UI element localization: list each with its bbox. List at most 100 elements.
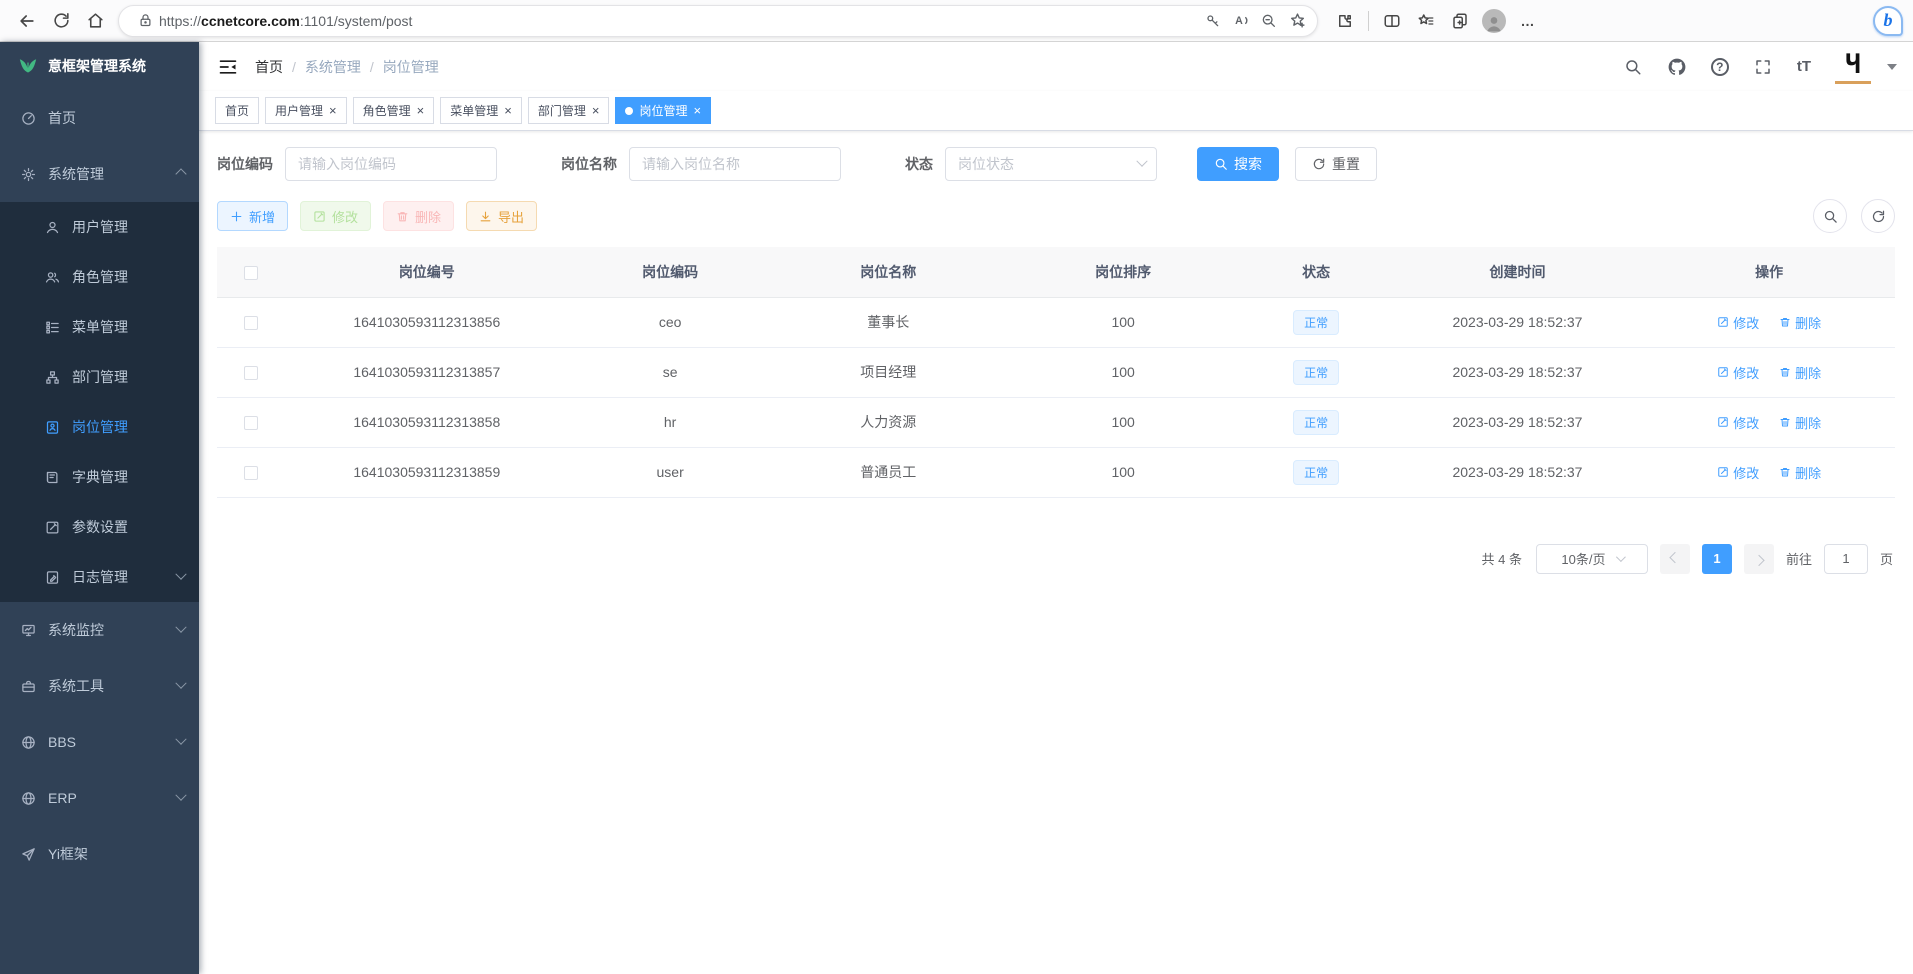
col-actions: 操作 — [1643, 247, 1895, 297]
select-all-checkbox[interactable] — [244, 266, 258, 280]
more-menu-icon[interactable]: … — [1511, 4, 1545, 38]
sidebar-item-logs[interactable]: 日志管理 — [0, 552, 199, 602]
tab-menus[interactable]: 菜单管理× — [440, 97, 522, 124]
sidebar-item-posts[interactable]: 岗位管理 — [0, 402, 199, 452]
close-icon[interactable]: × — [329, 104, 337, 117]
close-icon[interactable]: × — [504, 104, 512, 117]
copilot-icon[interactable]: b — [1873, 6, 1903, 36]
page-content: 岗位编码 岗位名称 状态 岗位状态 搜索 重置 — [199, 131, 1913, 974]
edit-square-icon — [44, 520, 60, 535]
paper-plane-icon — [20, 847, 36, 862]
row-edit-link[interactable]: 修改 — [1717, 313, 1759, 332]
github-icon[interactable] — [1667, 57, 1687, 77]
toolbox-icon — [20, 679, 36, 694]
goto-page-input[interactable] — [1824, 544, 1868, 574]
add-button[interactable]: 新增 — [217, 201, 288, 231]
breadcrumb-home[interactable]: 首页 — [255, 57, 283, 77]
sidebar-item-roles[interactable]: 角色管理 — [0, 252, 199, 302]
row-checkbox[interactable] — [244, 466, 258, 480]
collections-icon[interactable] — [1443, 4, 1477, 38]
search-button[interactable]: 搜索 — [1197, 147, 1279, 181]
sidebar-item-bbs[interactable]: BBS — [0, 714, 199, 770]
tab-home[interactable]: 首页 — [215, 97, 259, 124]
export-button[interactable]: 导出 — [466, 201, 537, 231]
row-edit-link[interactable]: 修改 — [1717, 413, 1759, 432]
delete-button[interactable]: 删除 — [383, 201, 454, 231]
sidebar-item-menus[interactable]: 菜单管理 — [0, 302, 199, 352]
read-aloud-icon[interactable]: A — [1227, 7, 1255, 35]
prev-page-button[interactable] — [1660, 544, 1690, 574]
favorites-bar-icon[interactable] — [1409, 4, 1443, 38]
split-screen-icon[interactable] — [1375, 4, 1409, 38]
main-area: 首页 / 系统管理 / 岗位管理 ? tT Ч 首页 用户管理× 角色管理× 菜… — [199, 42, 1913, 974]
row-delete-link[interactable]: 删除 — [1779, 313, 1821, 332]
chevron-down-icon — [175, 734, 186, 745]
breadcrumb-current: 岗位管理 — [383, 57, 439, 77]
sidebar-item-home[interactable]: 首页 — [0, 90, 199, 146]
extensions-icon[interactable] — [1328, 4, 1362, 38]
close-icon[interactable]: × — [417, 104, 425, 117]
row-checkbox[interactable] — [244, 366, 258, 380]
tab-departments[interactable]: 部门管理× — [528, 97, 610, 124]
sidebar-item-monitor[interactable]: 系统监控 — [0, 602, 199, 658]
post-code-input[interactable] — [285, 147, 497, 181]
close-icon[interactable]: × — [693, 104, 701, 117]
status-select[interactable]: 岗位状态 — [945, 147, 1157, 181]
avatar-dropdown-caret[interactable] — [1887, 64, 1897, 70]
tab-roles[interactable]: 角色管理× — [353, 97, 435, 124]
current-page[interactable]: 1 — [1702, 544, 1732, 574]
app-title: 意框架管理系统 — [48, 56, 146, 76]
sidebar-item-users[interactable]: 用户管理 — [0, 202, 199, 252]
refresh-icon[interactable] — [44, 4, 78, 38]
edit-button[interactable]: 修改 — [300, 201, 371, 231]
sidebar-item-erp[interactable]: ERP — [0, 770, 199, 826]
refresh-table-icon[interactable] — [1861, 199, 1895, 233]
url-text[interactable]: https://ccnetcore.com:1101/system/post — [159, 13, 1199, 29]
tab-posts[interactable]: 岗位管理× — [615, 97, 711, 124]
lock-icon — [131, 7, 159, 35]
fullscreen-icon[interactable] — [1753, 57, 1773, 77]
row-delete-link[interactable]: 删除 — [1779, 363, 1821, 382]
globe-icon — [20, 735, 36, 750]
dashboard-icon — [20, 111, 36, 126]
sidebar-item-dictionary[interactable]: 字典管理 — [0, 452, 199, 502]
user-avatar[interactable]: Ч — [1835, 50, 1871, 84]
text-size-icon[interactable]: tT — [1797, 58, 1811, 75]
sidebar-collapse-icon[interactable] — [215, 54, 241, 80]
profile-avatar[interactable] — [1477, 4, 1511, 38]
row-edit-link[interactable]: 修改 — [1717, 363, 1759, 382]
col-created: 创建时间 — [1392, 247, 1644, 297]
page-size-select[interactable]: 10条/页 — [1536, 544, 1648, 574]
row-delete-link[interactable]: 删除 — [1779, 413, 1821, 432]
row-checkbox[interactable] — [244, 416, 258, 430]
help-icon[interactable]: ? — [1711, 58, 1729, 76]
chevron-up-icon — [175, 168, 186, 179]
tab-users[interactable]: 用户管理× — [265, 97, 347, 124]
next-page-button[interactable] — [1744, 544, 1774, 574]
search-icon[interactable] — [1623, 57, 1643, 77]
row-checkbox[interactable] — [244, 316, 258, 330]
sidebar-item-system[interactable]: 系统管理 — [0, 146, 199, 202]
chevron-left-icon — [1669, 551, 1680, 562]
back-icon[interactable] — [10, 4, 44, 38]
sidebar-item-parameters[interactable]: 参数设置 — [0, 502, 199, 552]
sidebar-item-tools[interactable]: 系统工具 — [0, 658, 199, 714]
leaf-logo-icon — [18, 56, 38, 77]
home-icon[interactable] — [78, 4, 112, 38]
post-name-input[interactable] — [629, 147, 841, 181]
sidebar-item-yi-framework[interactable]: Yi框架 — [0, 826, 199, 882]
sidebar-item-departments[interactable]: 部门管理 — [0, 352, 199, 402]
status-label: 状态 — [905, 154, 933, 174]
id-badge-icon — [44, 420, 60, 435]
toggle-search-icon[interactable] — [1813, 199, 1847, 233]
address-bar[interactable]: https://ccnetcore.com:1101/system/post A — [118, 5, 1318, 37]
browser-toolbar: https://ccnetcore.com:1101/system/post A — [0, 0, 1913, 42]
zoom-out-icon[interactable] — [1255, 7, 1283, 35]
total-count: 共 4 条 — [1482, 549, 1522, 568]
close-icon[interactable]: × — [592, 104, 600, 117]
row-delete-link[interactable]: 删除 — [1779, 463, 1821, 482]
row-edit-link[interactable]: 修改 — [1717, 463, 1759, 482]
favorite-add-icon[interactable] — [1283, 7, 1311, 35]
password-key-icon[interactable] — [1199, 7, 1227, 35]
reset-button[interactable]: 重置 — [1295, 147, 1377, 181]
